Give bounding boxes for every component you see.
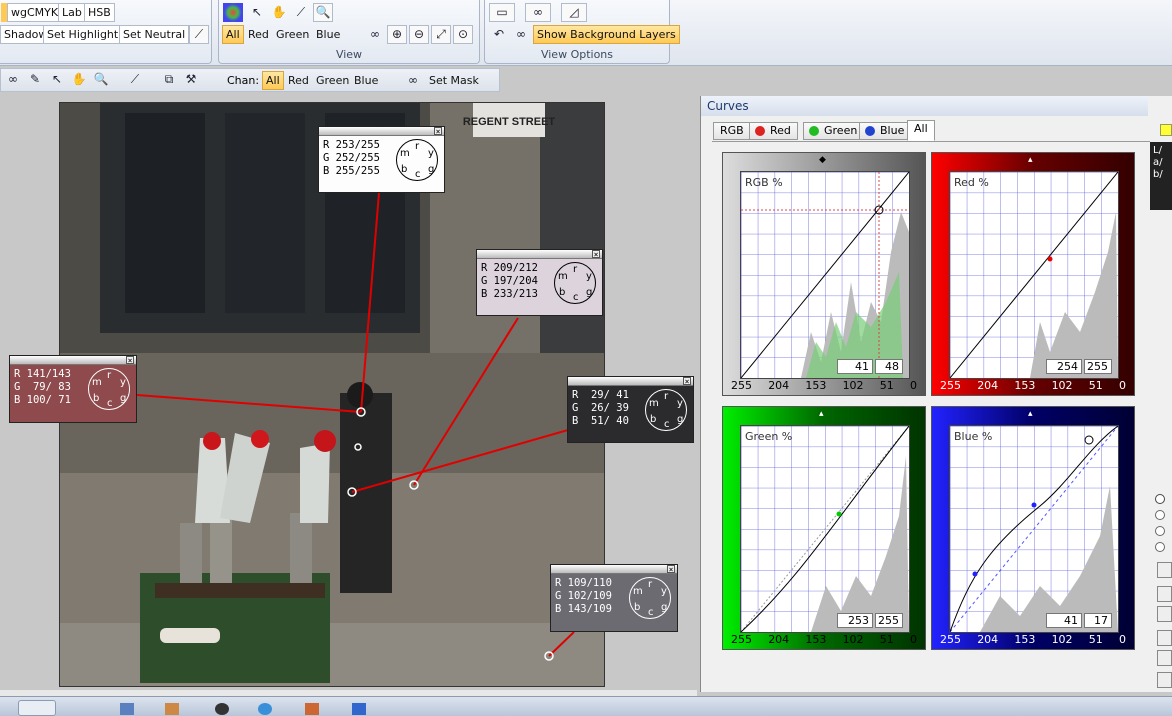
close-icon[interactable]: × <box>667 565 675 574</box>
curves-title: Curves <box>701 96 1148 116</box>
color-probe-3[interactable]: × R 141/143 G 79/ 83 B 100/ 71 rygcbm <box>9 355 137 423</box>
green-ball-icon <box>809 126 819 136</box>
lab-readout: L/ a/ b/ <box>1150 142 1172 210</box>
radio-1[interactable] <box>1155 494 1165 504</box>
tab-green[interactable]: Green <box>803 122 865 140</box>
taskbar-icon-3[interactable] <box>215 703 229 715</box>
radio-2[interactable] <box>1155 510 1165 520</box>
curve-plot-green[interactable]: Green % <box>740 425 910 633</box>
curve-panel-blue: ▴ Blue % 41 17 255 204 153 102 51 0 <box>931 406 1135 650</box>
side-button-6[interactable] <box>1157 672 1172 688</box>
curves-panel: Curves RGB Red Green Blue All ◆ RGB % 41… <box>700 96 1172 692</box>
taskbar <box>0 696 1172 716</box>
arrow-icon: ◆ <box>819 155 826 165</box>
radio-4[interactable] <box>1155 542 1165 552</box>
output-value-green[interactable]: 255 <box>875 613 903 628</box>
output-value-rgb[interactable]: 48 <box>875 359 903 374</box>
close-icon[interactable]: × <box>126 356 134 365</box>
color-dial: rygcbm <box>554 262 596 304</box>
curve-label-red: Red % <box>954 176 989 189</box>
curve-panel-rgb: ◆ RGB % 41 48 255 204 153 102 51 0 <box>722 152 926 396</box>
tab-blue[interactable]: Blue <box>859 122 912 140</box>
input-value-green[interactable]: 253 <box>837 613 873 628</box>
color-probe-5[interactable]: × R 109/110 G 102/109 B 143/109 rygcbm <box>550 564 678 632</box>
close-icon[interactable]: × <box>434 127 442 136</box>
tab-all[interactable]: All <box>907 120 935 141</box>
close-icon[interactable]: × <box>592 250 600 259</box>
side-button-5[interactable] <box>1157 650 1172 666</box>
color-probe-2[interactable]: × R 209/212 G 197/204 B 233/213 rygcbm <box>476 249 603 316</box>
color-dial: rygcbm <box>396 139 438 181</box>
tab-red[interactable]: Red <box>749 122 798 140</box>
input-value-red[interactable]: 254 <box>1046 359 1082 374</box>
arrow-icon: ▴ <box>1028 409 1033 419</box>
axis-ticks-rgb: 255 204 153 102 51 0 <box>731 379 917 392</box>
side-button-4[interactable] <box>1157 630 1172 646</box>
output-value-blue[interactable]: 17 <box>1084 613 1112 628</box>
color-probe-1[interactable]: × R 253/255 G 252/255 B 255/255 rygcbm <box>318 126 445 193</box>
red-ball-icon <box>755 126 765 136</box>
curve-label-rgb: RGB % <box>745 176 783 189</box>
curve-plot-red[interactable]: Red % <box>949 171 1119 379</box>
side-button-2[interactable] <box>1157 586 1172 602</box>
taskbar-icon-6[interactable] <box>352 703 366 715</box>
color-dial: rygcbm <box>629 577 671 619</box>
arrow-icon: ▴ <box>819 409 824 419</box>
curve-label-blue: Blue % <box>954 430 993 443</box>
color-probe-4[interactable]: × R 29/ 41 G 26/ 39 B 51/ 40 rygcbm <box>567 376 694 443</box>
taskbar-icon-1[interactable] <box>120 703 134 715</box>
arrow-icon: ▴ <box>1028 155 1033 165</box>
taskbar-icon-2[interactable] <box>165 703 179 715</box>
taskbar-icon-5[interactable] <box>305 703 319 715</box>
yellow-marker-icon <box>1160 124 1172 136</box>
tab-rgb[interactable]: RGB <box>713 122 751 140</box>
taskbar-button-1[interactable] <box>18 700 56 716</box>
radio-3[interactable] <box>1155 526 1165 536</box>
input-value-rgb[interactable]: 41 <box>837 359 873 374</box>
curve-plot-rgb[interactable]: RGB % <box>740 171 910 379</box>
input-value-blue[interactable]: 41 <box>1046 613 1082 628</box>
curve-panel-green: ▴ Green % 253 255 255 204 153 102 51 0 <box>722 406 926 650</box>
output-value-red[interactable]: 255 <box>1084 359 1112 374</box>
axis-ticks-red: 255 204 153 102 51 0 <box>940 379 1126 392</box>
color-dial: rygcbm <box>88 368 130 410</box>
side-button-1[interactable] <box>1157 562 1172 578</box>
side-button-3[interactable] <box>1157 606 1172 622</box>
color-dial: rygcbm <box>645 389 687 431</box>
probe-markers <box>347 407 554 661</box>
axis-ticks-green: 255 204 153 102 51 0 <box>731 633 917 646</box>
taskbar-icon-4[interactable] <box>258 703 272 715</box>
curve-plot-blue[interactable]: Blue % <box>949 425 1119 633</box>
axis-ticks-blue: 255 204 153 102 51 0 <box>940 633 1126 646</box>
curve-panel-red: ▴ Red % 254 255 255 204 153 102 51 0 <box>931 152 1135 396</box>
blue-ball-icon <box>865 126 875 136</box>
curve-label-green: Green % <box>745 430 793 443</box>
close-icon[interactable]: × <box>683 377 691 386</box>
